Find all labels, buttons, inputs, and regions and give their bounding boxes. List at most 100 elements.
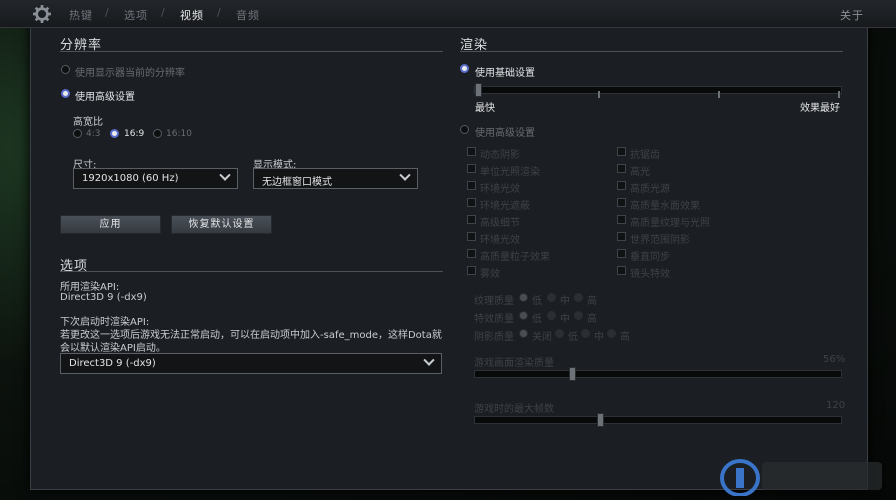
shadow-high-label: 高 [620, 332, 630, 343]
slider-tick [838, 91, 840, 98]
chevron-down-icon [423, 354, 435, 366]
left-checkbox-label: 环境光效 [480, 235, 520, 246]
right-checkbox-6[interactable] [617, 249, 626, 258]
shadow-off-label: 关闭 [532, 332, 552, 343]
aspect-16-9-radio[interactable] [110, 129, 119, 138]
chevron-down-icon [219, 169, 231, 181]
tab-hotkeys[interactable]: 热键 [69, 7, 93, 23]
left-checkbox-label: 单位光照渲染 [480, 167, 540, 178]
texture-quality-label: 纹理质量 [474, 296, 514, 307]
right-checkbox-label: 高质量水面效果 [630, 201, 700, 212]
left-checkbox-4[interactable] [467, 215, 476, 224]
texture-high-radio[interactable] [574, 293, 583, 302]
screen-render-slider-track[interactable] [474, 370, 842, 378]
left-checkbox-2[interactable] [467, 181, 476, 190]
left-checkbox-label: 动态阴影 [480, 150, 520, 161]
effects-high-radio[interactable] [574, 311, 583, 320]
render-api-dropdown[interactable]: Direct3D 9 (-dx9) [60, 353, 442, 374]
tab-separator: / [161, 6, 165, 19]
right-checkbox-2[interactable] [617, 181, 626, 190]
section-divider [460, 51, 843, 52]
use-display-resolution-label: 使用显示器当前的分辨率 [75, 68, 185, 79]
tab-separator: / [105, 6, 109, 19]
left-checkbox-label: 雾效 [480, 269, 500, 280]
tab-video[interactable]: 视频 [180, 7, 204, 23]
effects-high-label: 高 [587, 314, 597, 325]
right-checkbox-label: 高质量纹理与光照 [630, 218, 710, 229]
screen-render-slider-knob[interactable] [568, 367, 576, 381]
shadow-quality-label: 阴影质量 [474, 332, 514, 343]
max-fps-value: 120 [826, 400, 846, 411]
use-advanced-resolution-label: 使用高级设置 [75, 92, 135, 103]
basic-quality-slider-knob[interactable] [475, 83, 482, 97]
left-checkbox-label: 环境光效 [480, 184, 520, 195]
left-checkbox-5[interactable] [467, 232, 476, 241]
watermark-logo [720, 459, 882, 496]
basic-quality-slider-track[interactable] [474, 86, 842, 94]
right-checkbox-5[interactable] [617, 232, 626, 241]
shadow-high-radio[interactable] [607, 329, 616, 338]
section-divider [60, 271, 443, 272]
left-checkbox-label: 高质量粒子效果 [480, 252, 550, 263]
shadow-mid-radio[interactable] [581, 329, 590, 338]
apply-button[interactable]: 应用 [60, 215, 161, 234]
right-checkbox-label: 抗锯齿 [630, 150, 660, 161]
aspect-16-10-radio[interactable] [153, 129, 162, 138]
right-checkbox-4[interactable] [617, 215, 626, 224]
left-checkbox-7[interactable] [467, 266, 476, 275]
slider-tick [598, 91, 600, 98]
tab-audio[interactable]: 音频 [236, 7, 260, 23]
right-checkbox-label: 垂直同步 [630, 252, 670, 263]
right-checkbox-7[interactable] [617, 266, 626, 275]
effects-low-radio[interactable] [519, 311, 528, 320]
size-value: 1920x1080 (60 Hz) [82, 173, 179, 184]
aspect-4-3-label: 4:3 [86, 129, 101, 139]
effects-quality-label: 特效质量 [474, 314, 514, 325]
next-render-api-note: 会以默认渲染API启动。 [60, 343, 166, 354]
display-mode-dropdown[interactable]: 无边框窗口模式 [253, 168, 418, 189]
shadow-off-radio[interactable] [519, 329, 528, 338]
left-checkbox-1[interactable] [467, 164, 476, 173]
tab-separator: / [217, 6, 221, 19]
left-checkbox-label: 环境光遮蔽 [480, 201, 530, 212]
effects-low-label: 低 [532, 314, 542, 325]
about-link[interactable]: 关于 [840, 7, 864, 23]
texture-high-label: 高 [587, 296, 597, 307]
right-checkbox-0[interactable] [617, 147, 626, 156]
size-dropdown[interactable]: 1920x1080 (60 Hz) [73, 168, 238, 189]
right-checkbox-label: 高质光源 [630, 184, 670, 195]
max-fps-label: 游戏时的最大帧数 [474, 404, 554, 415]
right-checkbox-3[interactable] [617, 198, 626, 207]
left-checkbox-6[interactable] [467, 249, 476, 258]
settings-gear-icon[interactable] [33, 5, 51, 23]
use-basic-render-radio[interactable] [460, 64, 469, 73]
restore-defaults-button[interactable]: 恢复默认设置 [171, 215, 272, 234]
screen-render-quality-label: 游戏画面渲染质量 [474, 358, 554, 369]
render-api-value: Direct3D 9 (-dx9) [60, 292, 147, 303]
section-divider [60, 51, 443, 52]
shadow-low-radio[interactable] [555, 329, 564, 338]
screen-render-quality-value: 56% [823, 354, 846, 365]
max-fps-slider-track[interactable] [474, 416, 842, 424]
left-checkbox-label: 高级细节 [480, 218, 520, 229]
effects-mid-label: 中 [560, 314, 570, 325]
use-display-resolution-radio[interactable] [61, 65, 70, 74]
tab-options[interactable]: 选项 [124, 7, 148, 23]
left-checkbox-0[interactable] [467, 147, 476, 156]
texture-mid-radio[interactable] [547, 293, 556, 302]
right-checkbox-label: 高光 [630, 167, 650, 178]
aspect-16-10-label: 16:10 [166, 129, 192, 139]
aspect-4-3-radio[interactable] [73, 129, 82, 138]
max-fps-slider-knob[interactable] [597, 413, 605, 427]
use-advanced-resolution-radio[interactable] [61, 89, 70, 98]
right-checkbox-1[interactable] [617, 164, 626, 173]
aspect-ratio-title: 高宽比 [73, 117, 103, 128]
texture-low-radio[interactable] [519, 293, 528, 302]
display-mode-value: 无边框窗口模式 [262, 177, 332, 188]
use-advanced-render-radio[interactable] [460, 125, 469, 134]
aspect-16-9-label: 16:9 [124, 129, 145, 139]
effects-mid-radio[interactable] [547, 311, 556, 320]
texture-mid-label: 中 [560, 296, 570, 307]
left-checkbox-3[interactable] [467, 198, 476, 207]
slider-tick [718, 91, 720, 98]
